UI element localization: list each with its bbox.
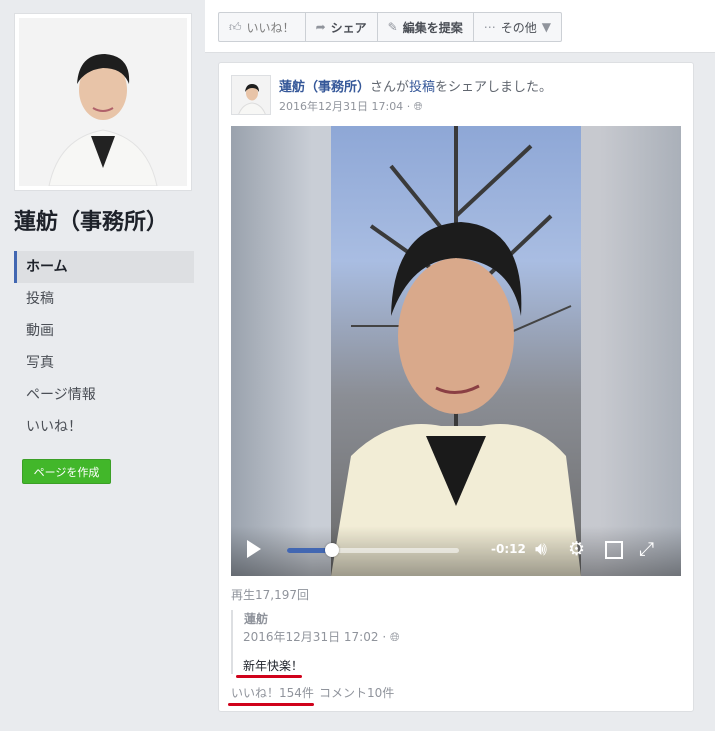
post-link[interactable]: 投稿 [409, 80, 435, 95]
post-author-avatar[interactable] [231, 75, 271, 115]
comment-count-link[interactable]: コメント10件 [319, 684, 394, 701]
page-nav: ホーム 投稿 動画 写真 ページ情報 いいね！ [14, 251, 194, 443]
post-card: 蓮舫（事務所）さんが投稿をシェアしました。 2016年12月31日 17:04 … [218, 62, 694, 712]
post-meta: 2016年12月31日 17:04 · 🌐︎ [279, 98, 423, 114]
post-header: 蓮舫（事務所）さんが投稿をシェアしました。 [279, 76, 552, 95]
avatar-image [232, 76, 270, 114]
nav-item-photos[interactable]: 写真 [14, 347, 194, 379]
profile-picture-frame[interactable] [14, 13, 192, 191]
nav-item-about[interactable]: ページ情報 [14, 379, 194, 411]
video-player[interactable]: -0:12 🔊︎ ⚙︎ ⤢ [231, 126, 681, 576]
globe-icon[interactable]: 🌐︎ [390, 630, 400, 644]
nav-item-home[interactable]: ホーム [14, 251, 194, 283]
dropdown-caret-icon: ▼ [541, 20, 551, 34]
post-author-link[interactable]: 蓮舫（事務所） [279, 80, 370, 95]
suggest-edit-label: 編集を提案 [402, 20, 463, 35]
post-timestamp[interactable]: 2016年12月31日 17:04 [279, 100, 403, 113]
post-header-suffix: をシェアしました。 [435, 80, 553, 95]
play-icon[interactable] [247, 540, 261, 558]
video-progress-handle[interactable] [324, 543, 339, 557]
video-progress-bar[interactable] [287, 543, 459, 557]
fullscreen-icon[interactable]: ⤢ [639, 539, 654, 559]
thumbs-up-icon: 👍︎ [229, 19, 242, 34]
volume-icon[interactable]: 🔊︎ [535, 539, 547, 559]
nav-item-posts[interactable]: 投稿 [14, 283, 194, 315]
pencil-icon: ✎ [387, 20, 398, 34]
settings-gear-icon[interactable]: ⚙︎ [568, 539, 585, 559]
original-timestamp[interactable]: 2016年12月31日 17:02 [243, 630, 378, 644]
globe-icon[interactable]: 🌐︎ [414, 100, 423, 113]
post-header-text: さんが [370, 80, 410, 95]
like-page-button[interactable]: 👍︎ いいね！ [219, 13, 306, 41]
video-frame [331, 126, 581, 576]
video-still [331, 126, 581, 576]
separator-dot: · [406, 100, 414, 113]
separator-dot: · [382, 630, 390, 644]
red-underline-annotation [228, 703, 314, 706]
video-controls: -0:12 🔊︎ ⚙︎ ⤢ [231, 526, 681, 576]
original-post-text: 新年快楽！ [243, 659, 304, 673]
share-button[interactable]: ➦ シェア [306, 13, 378, 41]
page-title: 蓮舫（事務所） [14, 210, 169, 235]
more-button[interactable]: ⋯ その他 ▼ [474, 13, 561, 41]
share-arrow-icon: ➦ [315, 20, 326, 34]
view-count: 再生17,197回 [231, 588, 309, 602]
original-author-link[interactable]: 蓮舫 [244, 610, 268, 627]
nav-item-likes[interactable]: いいね！ [14, 411, 194, 443]
profile-picture [19, 18, 187, 187]
share-label: シェア [330, 20, 367, 35]
page-action-bar: 👍︎ いいね！ ➦ シェア ✎ 編集を提案 ⋯ その他 ▼ [218, 12, 562, 42]
suggest-edit-button[interactable]: ✎ 編集を提案 [378, 13, 474, 41]
video-time-remaining: -0:12 [491, 542, 526, 556]
ellipsis-icon: ⋯ [483, 20, 496, 34]
picture-in-picture-icon[interactable] [605, 541, 623, 559]
red-underline-annotation [236, 675, 302, 678]
more-label: その他 [500, 20, 537, 35]
like-page-label: いいね！ [246, 20, 295, 35]
original-post-meta: 2016年12月31日 17:02 · 🌐︎ [243, 628, 400, 645]
nav-item-videos[interactable]: 動画 [14, 315, 194, 347]
create-page-button[interactable]: ページを作成 [22, 459, 111, 484]
like-count-link[interactable]: いいね！154件 [231, 684, 314, 701]
